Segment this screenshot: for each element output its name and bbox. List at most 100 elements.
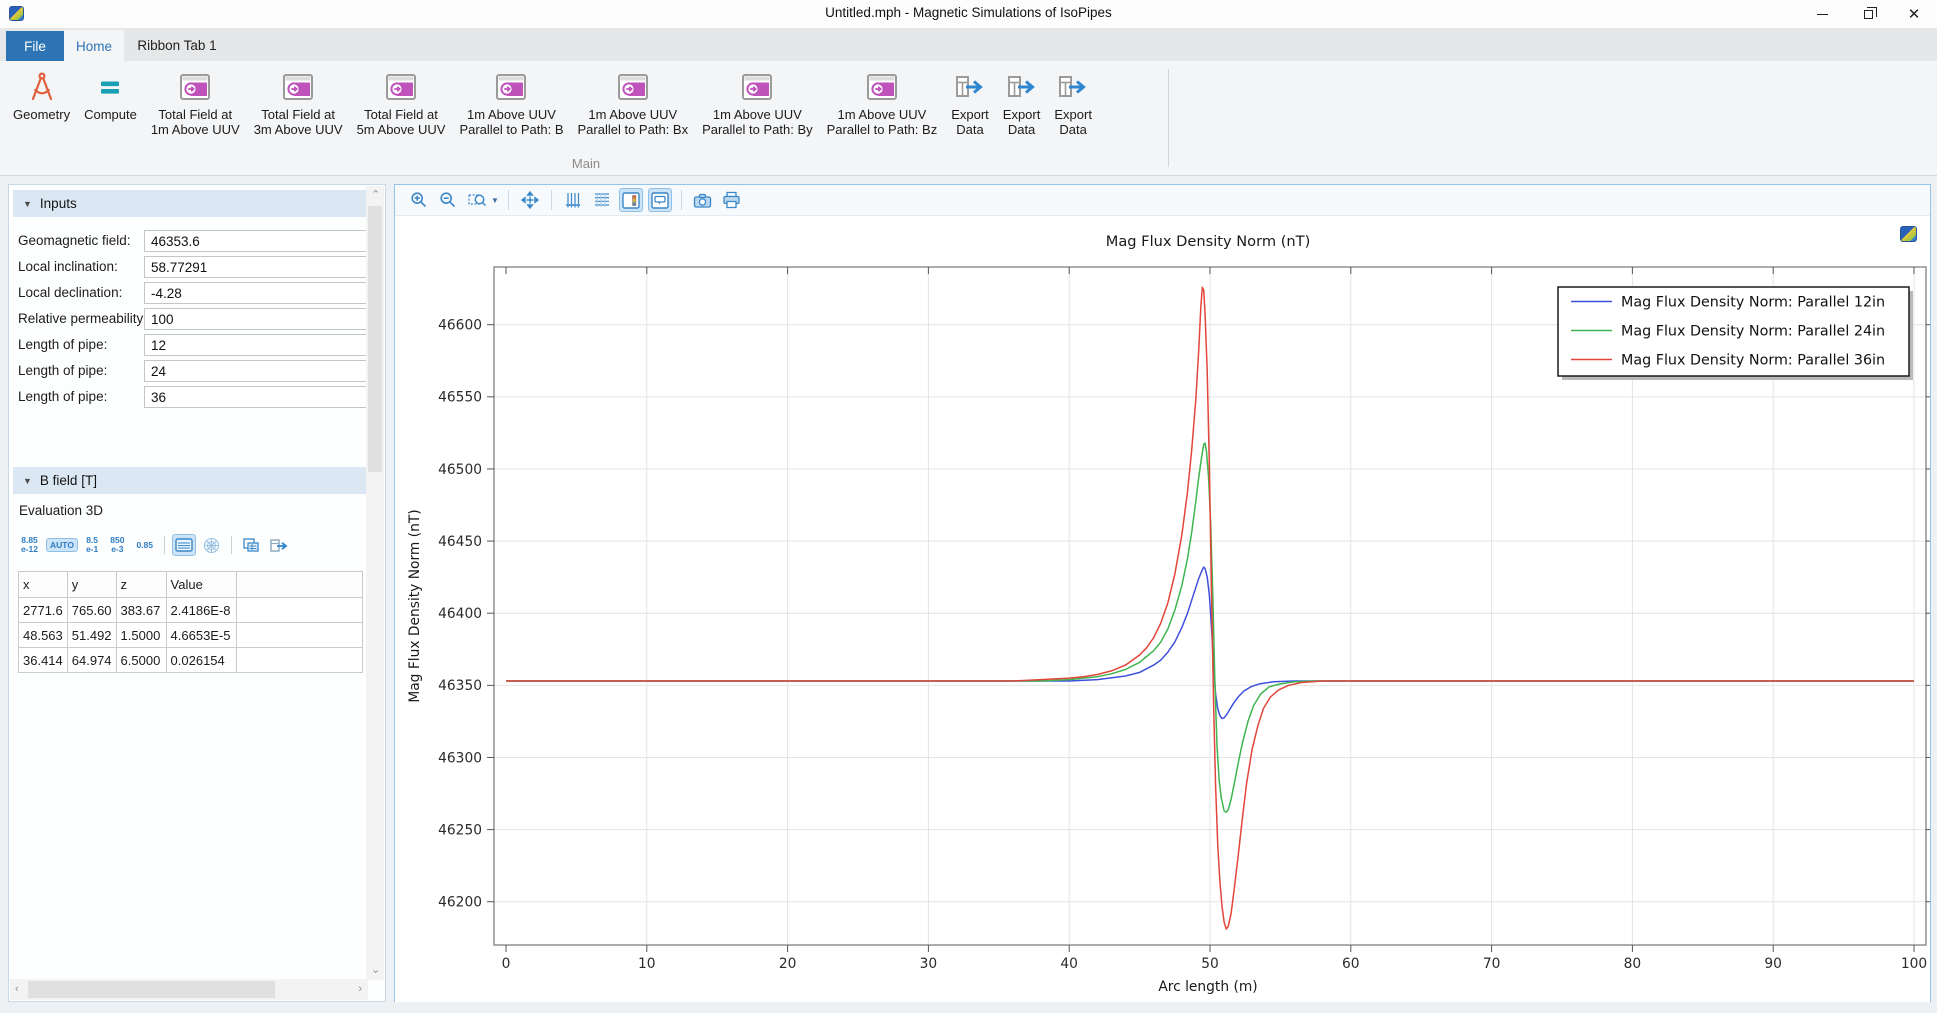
relative-permeability-field-3[interactable] xyxy=(144,308,368,330)
close-button[interactable]: ✕ xyxy=(1891,0,1937,28)
tab-home[interactable]: Home xyxy=(64,30,124,61)
local-inclination-field-1[interactable] xyxy=(144,256,368,278)
table-row[interactable]: 36.41464.9746.50000.026154 xyxy=(19,648,363,673)
table-cell[interactable] xyxy=(236,598,362,623)
tab-file[interactable]: File xyxy=(6,31,64,61)
ribbon-button-geometry[interactable]: Geometry xyxy=(6,68,77,124)
table-cell[interactable]: 64.974 xyxy=(67,648,116,673)
table-cell[interactable]: 2.4186E-8 xyxy=(166,598,236,623)
table-cell[interactable]: 383.67 xyxy=(116,598,166,623)
toolbar-separator xyxy=(681,190,682,210)
length-of-pipe-field-6[interactable] xyxy=(144,386,368,408)
format-milli-button[interactable]: 850 e-3 xyxy=(106,533,128,557)
format-decimal-button[interactable]: 0.85 xyxy=(132,538,157,553)
zoom-out-button[interactable] xyxy=(436,188,460,212)
format-engineering-button[interactable]: 8.5 e-1 xyxy=(82,533,102,557)
scroll-left-icon[interactable]: ‹ xyxy=(15,984,19,995)
geomagnetic-field-field-0[interactable] xyxy=(144,230,368,252)
column-header-x[interactable]: x xyxy=(19,572,68,598)
print-button[interactable] xyxy=(720,188,744,212)
color-legend-toggle-button[interactable] xyxy=(619,188,643,212)
minimize-button[interactable] xyxy=(1799,0,1845,28)
x-axis-grid-button[interactable] xyxy=(561,188,585,212)
plot-group-icon xyxy=(495,70,527,104)
scrollbar-thumb[interactable] xyxy=(368,206,382,472)
zoom-extents-button[interactable] xyxy=(518,188,542,212)
y-tick-label: 46400 xyxy=(438,606,482,622)
comsol-logo-icon[interactable] xyxy=(1900,226,1917,242)
ribbon-button-1m-above-uuv-parallel-to-path-by[interactable]: 1m Above UUV Parallel to Path: By xyxy=(695,68,820,140)
evaluation-toolbar: 8.85 e-12 AUTO 8.5 e-1850 e-3 0.85 xyxy=(17,531,291,559)
collapse-triangle-icon: ▼ xyxy=(23,476,32,486)
column-header-z[interactable]: z xyxy=(116,572,166,598)
ribbon-button-1m-above-uuv-parallel-to-path-b[interactable]: 1m Above UUV Parallel to Path: B xyxy=(452,68,570,140)
plot-title: Mag Flux Density Norm (nT) xyxy=(1106,233,1311,250)
plot-canvas[interactable]: 0102030405060708090100462004625046300463… xyxy=(395,216,1930,1002)
polar-view-icon[interactable] xyxy=(200,534,224,556)
plot-group-icon xyxy=(179,70,211,104)
table-row[interactable]: 2771.6765.60383.672.4186E-8 xyxy=(19,598,363,623)
ribbon-button-total-field-at-5m-above-uuv[interactable]: Total Field at 5m Above UUV xyxy=(350,68,453,140)
ribbon-button-export-data[interactable]: Export Data xyxy=(1047,68,1099,140)
plot-group-icon xyxy=(741,70,773,104)
section-header-bfield[interactable]: ▼ B field [T] xyxy=(13,467,367,494)
export-table-icon[interactable] xyxy=(267,534,291,556)
ribbon-button-label: Total Field at 5m Above UUV xyxy=(357,107,446,138)
tab-ribbon-tab-1[interactable]: Ribbon Tab 1 xyxy=(124,30,230,61)
table-cell[interactable]: 6.5000 xyxy=(116,648,166,673)
table-cell[interactable] xyxy=(236,623,362,648)
ribbon-button-1m-above-uuv-parallel-to-path-bx[interactable]: 1m Above UUV Parallel to Path: Bx xyxy=(571,68,696,140)
column-header-y[interactable]: y xyxy=(67,572,116,598)
table-cell[interactable]: 48.563 xyxy=(19,623,68,648)
scroll-up-icon[interactable]: ⌃ xyxy=(371,190,380,201)
table-cell[interactable]: 51.492 xyxy=(67,623,116,648)
format-scientific-button[interactable]: 8.85 e-12 xyxy=(17,533,42,557)
ribbon-button-total-field-at-1m-above-uuv[interactable]: Total Field at 1m Above UUV xyxy=(144,68,247,140)
snapshot-camera-button[interactable] xyxy=(691,188,715,212)
table-cell[interactable]: 0.026154 xyxy=(166,648,236,673)
table-cell[interactable]: 2771.6 xyxy=(19,598,68,623)
ribbon-button-label: Export Data xyxy=(1003,107,1041,138)
table-view-icon[interactable] xyxy=(172,534,196,556)
y-axis-grid-button[interactable] xyxy=(590,188,614,212)
column-header-value[interactable]: Value xyxy=(166,572,236,598)
ribbon-button-export-data[interactable]: Export Data xyxy=(944,68,996,140)
ribbon-button-1m-above-uuv-parallel-to-path-bz[interactable]: 1m Above UUV Parallel to Path: Bz xyxy=(820,68,945,140)
table-cell[interactable]: 4.6653E-5 xyxy=(166,623,236,648)
section-header-inputs[interactable]: ▼ Inputs xyxy=(13,190,367,217)
zoom-in-button[interactable] xyxy=(407,188,431,212)
section-title: Inputs xyxy=(40,196,77,211)
column-header-empty[interactable] xyxy=(236,572,362,598)
copy-table-icon[interactable] xyxy=(239,534,263,556)
table-cell[interactable] xyxy=(236,648,362,673)
local-declination-field-2[interactable] xyxy=(144,282,368,304)
settings-horizontal-scrollbar[interactable]: ‹ › xyxy=(10,979,368,1000)
table-cell[interactable]: 36.414 xyxy=(19,648,68,673)
plot-area[interactable]: 0102030405060708090100462004625046300463… xyxy=(395,216,1930,1002)
x-tick-label: 50 xyxy=(1201,956,1219,972)
plot-tooltip-toggle-button[interactable] xyxy=(648,188,672,212)
zoom-box-button[interactable] xyxy=(465,188,489,212)
table-cell[interactable]: 765.60 xyxy=(67,598,116,623)
table-row[interactable]: 48.56351.4921.50004.6653E-5 xyxy=(19,623,363,648)
length-of-pipe-field-4[interactable] xyxy=(144,334,368,356)
zoom-box-dropdown-icon[interactable]: ▼ xyxy=(491,196,499,205)
scroll-right-icon[interactable]: › xyxy=(358,984,362,995)
ribbon-button-export-data[interactable]: Export Data xyxy=(996,68,1048,140)
input-row: Length of pipe: xyxy=(9,333,379,359)
export-data-icon xyxy=(954,70,986,104)
restore-button[interactable] xyxy=(1845,0,1891,28)
format-auto-button[interactable]: AUTO xyxy=(46,538,78,553)
ribbon-button-total-field-at-3m-above-uuv[interactable]: Total Field at 3m Above UUV xyxy=(247,68,350,140)
input-row: Local inclination: xyxy=(9,255,379,281)
scroll-down-icon[interactable]: ⌄ xyxy=(371,965,380,976)
field-label: Local declination: xyxy=(18,285,122,300)
table-cell[interactable]: 1.5000 xyxy=(116,623,166,648)
scrollbar-thumb[interactable] xyxy=(28,981,275,998)
toolbar-separator xyxy=(551,190,552,210)
input-row: Length of pipe: xyxy=(9,359,379,385)
length-of-pipe-field-5[interactable] xyxy=(144,360,368,382)
ribbon-button-compute[interactable]: Compute xyxy=(77,68,144,124)
settings-vertical-scrollbar[interactable]: ⌃ ⌄ xyxy=(366,186,384,980)
evaluation-3d-label: Evaluation 3D xyxy=(19,503,103,518)
